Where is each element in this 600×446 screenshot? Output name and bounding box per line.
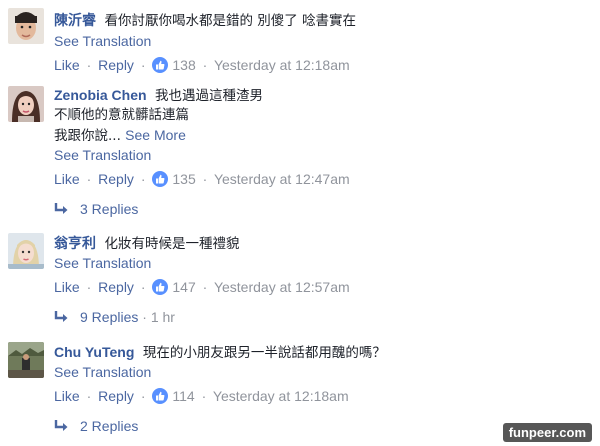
- reply-link[interactable]: Reply: [98, 171, 134, 187]
- thumbs-up-icon[interactable]: [152, 171, 169, 187]
- reply-arrow-icon: [54, 203, 68, 214]
- comment-text: 不順他的意就髒話連篇: [54, 107, 189, 123]
- comment-line: 翁亨利 化妝有時候是一種禮貌: [54, 233, 239, 253]
- comment-author[interactable]: 陳沂睿: [54, 12, 96, 28]
- comment-timestamp[interactable]: Yesterday at 12:47am: [214, 171, 350, 187]
- comment-actions: Like · Reply · 147 · Yesterday at 12:57a…: [54, 279, 350, 295]
- see-more-link[interactable]: See More: [125, 127, 186, 143]
- like-count[interactable]: 114: [172, 388, 194, 404]
- thumbs-up-icon[interactable]: [152, 279, 169, 295]
- thumbs-up-icon[interactable]: [152, 57, 169, 73]
- comment-author[interactable]: Zenobia Chen: [54, 87, 147, 103]
- comment-timestamp[interactable]: Yesterday at 12:57am: [214, 279, 350, 295]
- watermark: funpeer.com: [502, 423, 592, 442]
- thumbs-up-icon[interactable]: [152, 388, 169, 404]
- view-replies-link[interactable]: 3 Replies: [54, 199, 138, 219]
- comment-actions: Like · Reply · 114 · Yesterday at 12:18a…: [54, 388, 349, 404]
- like-count[interactable]: 147: [172, 279, 195, 295]
- like-count[interactable]: 138: [172, 57, 195, 73]
- reply-arrow-icon: [54, 420, 68, 431]
- comment-line: 陳沂睿 看你討厭你喝水都是錯的 別傻了 唸書實在: [54, 10, 356, 30]
- comment-text-line: 我跟你說... See More: [54, 125, 186, 145]
- avatar[interactable]: [8, 342, 44, 378]
- comment-timestamp[interactable]: Yesterday at 12:18am: [214, 57, 350, 73]
- reply-link[interactable]: Reply: [98, 279, 134, 295]
- comment-text: 我也遇過這種渣男: [155, 88, 264, 104]
- reply-link[interactable]: Reply: [98, 388, 134, 404]
- reply-link[interactable]: Reply: [98, 57, 134, 73]
- replies-count[interactable]: 3 Replies: [80, 201, 138, 217]
- avatar[interactable]: [8, 86, 44, 122]
- like-link[interactable]: Like: [54, 279, 80, 295]
- see-translation-link[interactable]: See Translation: [54, 253, 151, 273]
- view-replies-link[interactable]: 9 Replies · 1 hr: [54, 307, 175, 327]
- comment-actions: Like · Reply · 135 · Yesterday at 12:47a…: [54, 171, 350, 187]
- avatar[interactable]: [8, 8, 44, 44]
- reply-arrow-icon: [54, 311, 68, 322]
- see-translation-link[interactable]: See Translation: [54, 362, 151, 382]
- replies-count[interactable]: 9 Replies: [80, 309, 138, 325]
- comment-line: Zenobia Chen 我也遇過這種渣男: [54, 85, 263, 105]
- comment-actions: Like · Reply · 138 · Yesterday at 12:18a…: [54, 57, 350, 73]
- like-link[interactable]: Like: [54, 388, 80, 404]
- comment-timestamp[interactable]: Yesterday at 12:18am: [213, 388, 349, 404]
- comment-author[interactable]: 翁亨利: [54, 235, 96, 251]
- see-translation-link[interactable]: See Translation: [54, 31, 151, 51]
- comment-author[interactable]: Chu YuTeng: [54, 344, 134, 360]
- comment-text: 看你討厭你喝水都是錯的 別傻了 唸書實在: [104, 13, 357, 29]
- comment-text: 我跟你說...: [54, 128, 121, 144]
- like-link[interactable]: Like: [54, 171, 80, 187]
- replies-timestamp: 1 hr: [150, 309, 175, 325]
- comment-line: Chu YuTeng 現在的小朋友跟另一半說話都用醜的嗎？: [54, 342, 386, 362]
- comment-text: 化妝有時候是一種禮貌: [104, 236, 240, 252]
- replies-count[interactable]: 2 Replies: [80, 418, 138, 434]
- view-replies-link[interactable]: 2 Replies: [54, 416, 138, 436]
- like-link[interactable]: Like: [54, 57, 80, 73]
- comment-text: 現在的小朋友跟另一半說話都用醜的嗎？: [142, 345, 386, 361]
- see-translation-link[interactable]: See Translation: [54, 145, 151, 165]
- like-count[interactable]: 135: [172, 171, 195, 187]
- avatar[interactable]: [8, 233, 44, 269]
